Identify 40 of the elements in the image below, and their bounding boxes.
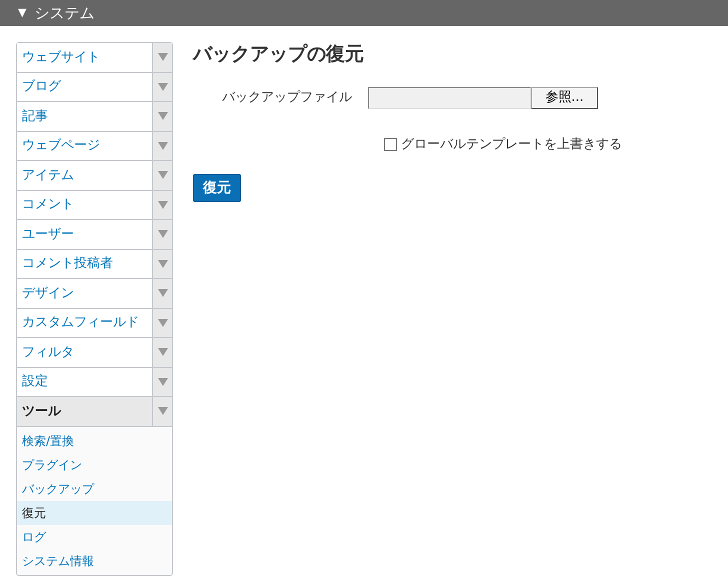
restore-button[interactable]: 復元 <box>193 174 241 202</box>
file-field[interactable] <box>368 86 531 108</box>
caret-icon <box>158 348 168 356</box>
field-label: バックアップファイル <box>221 88 353 107</box>
submenu-item[interactable]: 検索/置換 <box>17 428 172 452</box>
submenu-item[interactable]: 復元 <box>17 500 172 524</box>
dropdown-button[interactable] <box>152 132 172 160</box>
caret-icon <box>158 142 168 150</box>
dropdown-button[interactable] <box>152 161 172 190</box>
caret-icon <box>158 230 168 238</box>
dropdown-button[interactable] <box>152 190 172 219</box>
caret-icon <box>158 53 168 62</box>
page-title: バックアップの復元 <box>193 42 365 67</box>
caret-icon <box>158 289 168 298</box>
caret-icon <box>158 171 168 180</box>
caret-icon <box>158 378 168 386</box>
submenu-item[interactable]: システム情報 <box>17 548 172 572</box>
dropdown-button[interactable] <box>152 102 172 130</box>
browse-button[interactable]: 参照... <box>531 86 598 108</box>
checkbox-label: グローバルテンプレートを上書きする <box>401 136 622 154</box>
dropdown-button[interactable] <box>152 72 172 101</box>
submenu-item[interactable]: バックアップ <box>17 476 172 500</box>
submenu-item[interactable]: ログ <box>17 524 172 548</box>
caret-icon <box>158 318 168 327</box>
dropdown-button[interactable] <box>152 250 172 278</box>
caret-icon <box>158 260 168 268</box>
dropdown-button[interactable] <box>152 338 172 366</box>
caret-icon <box>158 112 168 120</box>
caret-icon <box>158 82 168 91</box>
checkbox[interactable] <box>384 138 397 151</box>
section-title: システム <box>34 2 94 24</box>
dropdown-button[interactable] <box>152 43 172 72</box>
caret-icon <box>158 200 168 209</box>
collapse-icon[interactable]: ▼ <box>18 4 26 22</box>
dropdown-button[interactable] <box>152 308 172 337</box>
dropdown-button[interactable] <box>152 368 172 396</box>
dropdown-button[interactable] <box>152 279 172 308</box>
dropdown-button[interactable] <box>152 220 172 248</box>
caret-icon <box>158 407 168 416</box>
submenu-item[interactable]: プラグイン <box>17 452 172 476</box>
